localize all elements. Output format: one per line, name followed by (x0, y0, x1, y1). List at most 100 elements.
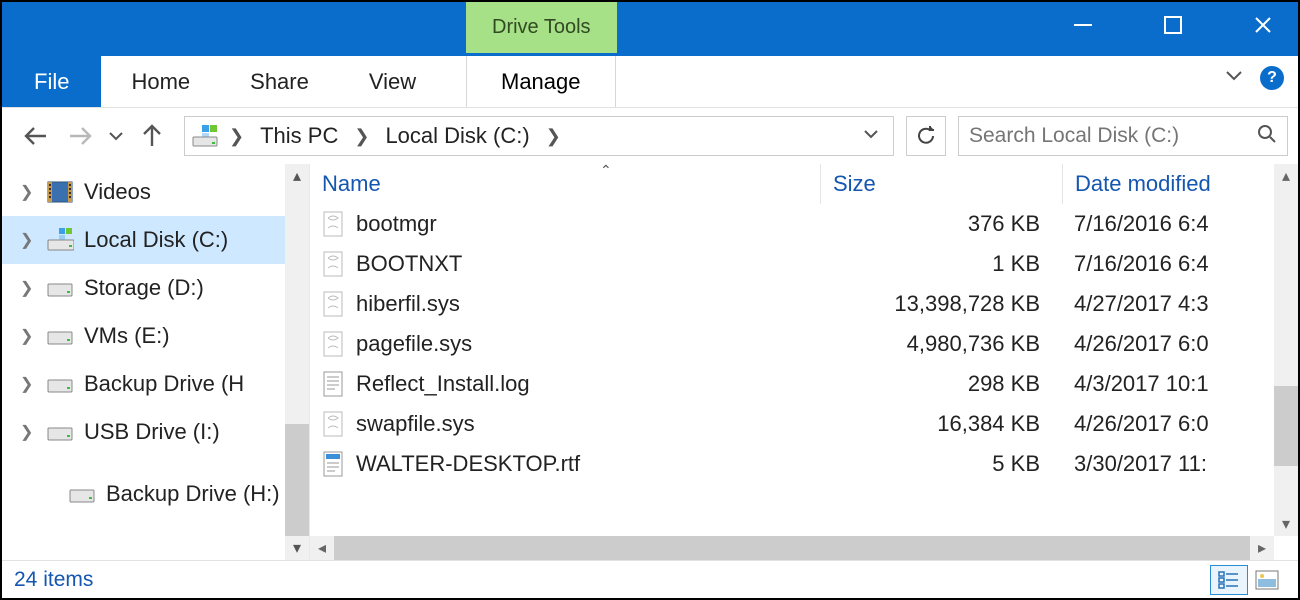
forward-button[interactable] (60, 116, 100, 156)
tab-view[interactable]: View (339, 56, 446, 107)
file-menu[interactable]: File (2, 56, 101, 107)
file-icon (322, 330, 346, 358)
file-row[interactable]: BOOTNXT1 KB7/16/2016 6:4 (310, 244, 1298, 284)
scroll-down-icon[interactable]: ▾ (285, 536, 309, 560)
search-input[interactable] (969, 124, 1257, 148)
file-icon (322, 250, 346, 278)
tree-item-label: USB Drive (I:) (84, 419, 220, 445)
videos-icon (46, 180, 74, 204)
file-size: 1 KB (820, 251, 1062, 277)
search-box[interactable] (958, 116, 1288, 156)
tree-item-label: Backup Drive (H (84, 371, 244, 397)
tab-share[interactable]: Share (220, 56, 339, 107)
close-button[interactable] (1228, 2, 1298, 48)
crumb-this-pc[interactable]: This PC (254, 123, 344, 149)
file-name: bootmgr (356, 211, 437, 237)
recent-locations-icon[interactable] (104, 128, 128, 144)
file-size: 4,980,736 KB (820, 331, 1062, 357)
drive-icon (46, 372, 74, 396)
column-name[interactable]: Name (310, 164, 820, 204)
contextual-tab-drive-tools[interactable]: Drive Tools (466, 2, 617, 53)
file-row[interactable]: pagefile.sys 4,980,736 KB4/26/2017 6:0 (310, 324, 1298, 364)
search-icon[interactable] (1257, 124, 1277, 149)
tree-item[interactable]: ❯Storage (D:) (2, 264, 309, 312)
file-list: bootmgr 376 KB7/16/2016 6:4 BOOTNXT1 KB7/1… (310, 204, 1298, 560)
file-row[interactable]: swapfile.sys16,384 KB4/26/2017 6:0 (310, 404, 1298, 444)
file-list-pane: ⌃ Name Size Date modified bootmgr 376 KB7… (310, 164, 1298, 560)
column-size[interactable]: Size (820, 164, 1062, 204)
scroll-thumb[interactable] (1274, 386, 1298, 466)
file-date: 3/30/2017 11: (1062, 451, 1298, 477)
main-area: ❯Videos❯Local Disk (C:)❯Storage (D:)❯VMs… (2, 164, 1298, 560)
chevron-right-icon[interactable]: ❯ (223, 126, 250, 147)
file-row[interactable]: Reflect_Install.log298 KB4/3/2017 10:1 (310, 364, 1298, 404)
scroll-left-icon[interactable]: ◂ (310, 536, 334, 560)
column-date-modified[interactable]: Date modified (1062, 164, 1298, 204)
file-row[interactable]: hiberfil.sys13,398,728 KB4/27/2017 4:3 (310, 284, 1298, 324)
scroll-down-icon[interactable]: ▾ (1274, 512, 1298, 536)
refresh-button[interactable] (906, 116, 946, 156)
address-bar[interactable]: ❯ This PC ❯ Local Disk (C:) ❯ (184, 116, 894, 156)
cdrive-icon (46, 228, 74, 252)
tree-item[interactable]: ❯ Local Disk (C:) (2, 216, 309, 264)
file-date: 4/3/2017 10:1 (1062, 371, 1298, 397)
file-name: hiberfil.sys (356, 291, 460, 317)
tree-item[interactable]: Backup Drive (H:) (2, 470, 309, 518)
scroll-right-icon[interactable]: ▸ (1250, 536, 1274, 560)
tree-item-label: Local Disk (C:) (84, 227, 228, 253)
file-row[interactable]: bootmgr 376 KB7/16/2016 6:4 (310, 204, 1298, 244)
file-row[interactable]: WALTER-DESKTOP.rtf5 KB3/30/2017 11: (310, 444, 1298, 484)
file-size: 16,384 KB (820, 411, 1062, 437)
scroll-thumb[interactable] (334, 536, 1250, 560)
file-date: 7/16/2016 6:4 (1062, 211, 1298, 237)
drive-icon (46, 276, 74, 300)
tree-scrollbar[interactable]: ▴ ▾ (285, 164, 309, 560)
up-button[interactable] (132, 116, 172, 156)
file-name: swapfile.sys (356, 411, 475, 437)
scroll-up-icon[interactable]: ▴ (285, 164, 309, 188)
file-name: Reflect_Install.log (356, 371, 530, 397)
tree-item[interactable]: ❯Videos (2, 168, 309, 216)
chevron-right-icon[interactable]: ❯ (540, 126, 567, 147)
thumbnails-view-button[interactable] (1248, 565, 1286, 595)
back-button[interactable] (16, 116, 56, 156)
scroll-up-icon[interactable]: ▴ (1274, 164, 1298, 188)
chevron-right-icon[interactable]: ❯ (348, 126, 375, 147)
expand-icon[interactable]: ❯ (20, 278, 36, 298)
tab-home[interactable]: Home (101, 56, 220, 107)
expand-icon[interactable]: ❯ (20, 326, 36, 346)
explorer-window: Drive Tools File Home Share View Manage … (0, 0, 1300, 600)
tree-item[interactable]: ❯ USB Drive (I:) (2, 408, 309, 456)
help-icon[interactable]: ? (1260, 66, 1284, 90)
maximize-button[interactable] (1138, 2, 1208, 48)
expand-icon[interactable]: ❯ (20, 374, 36, 394)
title-bar: Drive Tools (2, 2, 1298, 56)
file-icon (322, 410, 346, 438)
scroll-thumb[interactable] (285, 424, 309, 536)
column-headers: ⌃ Name Size Date modified (310, 164, 1298, 204)
file-hscrollbar[interactable]: ◂ ▸ (310, 536, 1274, 560)
tab-manage[interactable]: Manage (466, 56, 616, 107)
tree-item-label: Backup Drive (H:) (106, 481, 280, 507)
file-vscrollbar[interactable]: ▴ ▾ (1274, 164, 1298, 536)
address-dropdown-icon[interactable] (855, 126, 887, 147)
details-view-button[interactable] (1210, 565, 1248, 595)
drive-icon (191, 124, 219, 148)
drive-icon (46, 420, 74, 444)
file-date: 4/26/2017 6:0 (1062, 331, 1298, 357)
ribbon-expand-icon[interactable] (1224, 66, 1244, 91)
file-size: 376 KB (820, 211, 1062, 237)
file-icon (322, 450, 346, 478)
file-icon (322, 370, 346, 398)
tree-item[interactable]: ❯ Backup Drive (H (2, 360, 309, 408)
expand-icon[interactable]: ❯ (20, 230, 36, 250)
expand-icon[interactable]: ❯ (20, 422, 36, 442)
drive-icon (46, 324, 74, 348)
file-icon (322, 290, 346, 318)
minimize-button[interactable] (1048, 2, 1118, 48)
file-size: 5 KB (820, 451, 1062, 477)
crumb-local-disk-c[interactable]: Local Disk (C:) (379, 123, 535, 149)
tree-item[interactable]: ❯VMs (E:) (2, 312, 309, 360)
expand-icon[interactable]: ❯ (20, 182, 36, 202)
file-name: pagefile.sys (356, 331, 472, 357)
